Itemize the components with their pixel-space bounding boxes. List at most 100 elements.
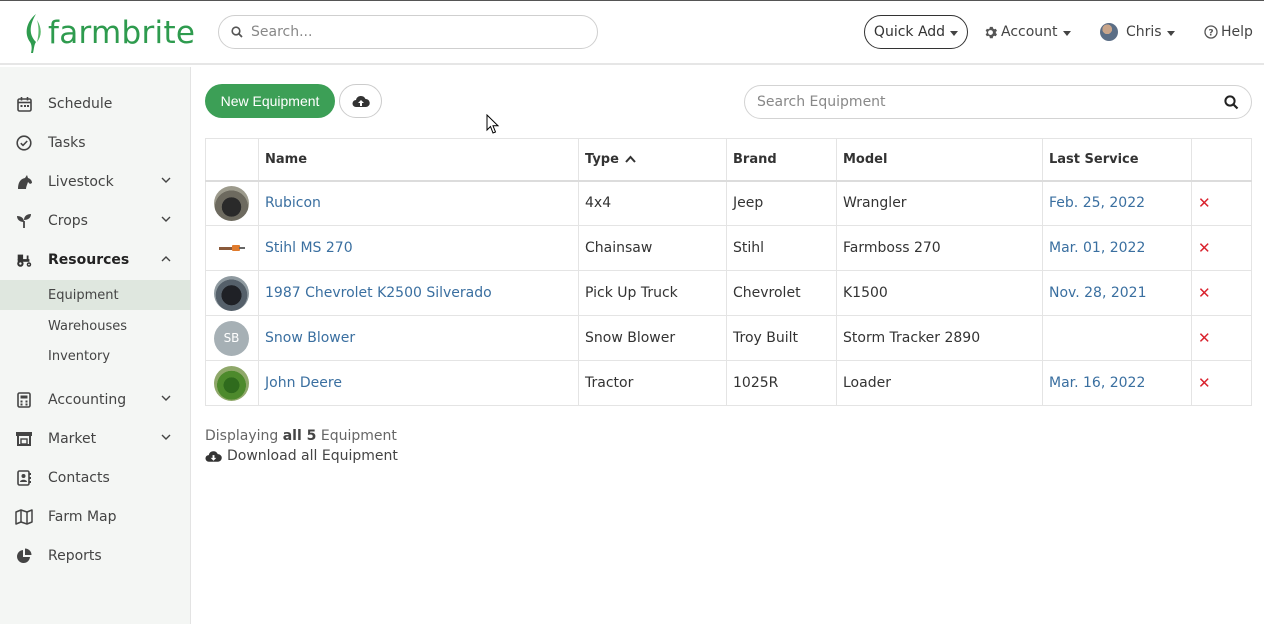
sidebar-item-reports[interactable]: Reports [0, 536, 190, 575]
mouse-cursor-icon [486, 114, 500, 134]
equipment-photo[interactable] [214, 230, 249, 266]
brand-logo[interactable]: farmbrite [22, 11, 195, 55]
sidebar-subitem-inventory[interactable]: Inventory [0, 341, 190, 371]
sidebar-item-crops[interactable]: Crops [0, 201, 190, 240]
last-service-date[interactable] [1042, 315, 1192, 361]
delete-icon[interactable]: ✕ [1198, 284, 1211, 302]
equipment-model: Loader [836, 360, 1043, 406]
map-icon [15, 508, 33, 525]
equipment-search-input[interactable] [757, 94, 1207, 110]
equipment-model: Storm Tracker 2890 [836, 315, 1043, 361]
equipment-table: Name Type Brand Model Last Service Rubic… [205, 138, 1252, 406]
column-header-actions [1191, 138, 1252, 182]
table-row[interactable]: SB Snow Blower Snow Blower Troy Built St… [205, 315, 1252, 361]
table-row[interactable]: John Deere Tractor 1025R Loader Mar. 16,… [205, 360, 1252, 406]
store-icon [16, 431, 32, 446]
sidebar-item-contacts[interactable]: Contacts [0, 458, 190, 497]
equipment-name-link[interactable]: Snow Blower [258, 315, 579, 361]
sidebar-item-tasks[interactable]: Tasks [0, 123, 190, 162]
help-link[interactable]: ? Help [1204, 15, 1253, 49]
sidebar-item-label: Crops [48, 212, 88, 229]
user-menu[interactable]: Chris [1100, 15, 1175, 49]
table-row[interactable]: Rubicon 4x4 Jeep Wrangler Feb. 25, 2022 … [205, 180, 1252, 226]
equipment-name-link[interactable]: Rubicon [258, 180, 579, 226]
delete-cell: ✕ [1191, 180, 1252, 226]
pie-chart-icon [17, 548, 32, 563]
sidebar-item-resources[interactable]: Resources [0, 240, 190, 279]
address-book-icon [17, 469, 31, 486]
last-service-date[interactable]: Mar. 01, 2022 [1042, 225, 1192, 271]
global-search-input[interactable] [251, 24, 571, 40]
new-equipment-button[interactable]: New Equipment [205, 84, 335, 118]
sidebar-subitem-equipment[interactable]: Equipment [0, 280, 190, 310]
equipment-search[interactable] [744, 85, 1252, 119]
leaf-logo-icon [26, 14, 41, 53]
equipment-photo[interactable] [214, 275, 249, 311]
column-header-brand[interactable]: Brand [726, 138, 837, 182]
sidebar-item-label: Resources [48, 251, 130, 268]
search-icon [231, 26, 243, 38]
sidebar-item-farm-map[interactable]: Farm Map [0, 497, 190, 536]
sidebar-item-label: Contacts [48, 469, 110, 486]
equipment-name-link[interactable]: Stihl MS 270 [258, 225, 579, 271]
last-service-date[interactable]: Feb. 25, 2022 [1042, 180, 1192, 226]
seedling-icon [17, 213, 31, 228]
sidebar-item-livestock[interactable]: Livestock [0, 162, 190, 201]
table-row[interactable]: Stihl MS 270 Chainsaw Stihl Farmboss 270… [205, 225, 1252, 271]
quick-add-button[interactable]: Quick Add [864, 15, 968, 49]
sidebar-item-market[interactable]: Market [0, 419, 190, 458]
search-icon[interactable] [1224, 95, 1239, 110]
delete-cell: ✕ [1191, 270, 1252, 316]
cloud-download-icon [205, 450, 222, 462]
chevron-down-icon[interactable] [161, 434, 171, 441]
column-header-type[interactable]: Type [578, 138, 727, 182]
equipment-brand: Troy Built [726, 315, 837, 361]
sidebar-item-label: Farm Map [48, 508, 117, 525]
upload-button[interactable] [339, 84, 382, 118]
column-header-last-service[interactable]: Last Service [1042, 138, 1192, 182]
top-header: farmbrite Quick Add Account Chris ? Help [0, 0, 1264, 65]
equipment-photo[interactable] [214, 185, 249, 221]
chevron-up-icon[interactable] [161, 255, 171, 262]
last-service-date[interactable]: Nov. 28, 2021 [1042, 270, 1192, 316]
sidebar: Schedule Tasks Livestock Crops Resources… [0, 67, 191, 624]
delete-icon[interactable]: ✕ [1198, 374, 1211, 392]
column-header-name[interactable]: Name [258, 138, 579, 182]
sort-ascending-icon [625, 155, 637, 163]
equipment-type: Pick Up Truck [578, 270, 727, 316]
equipment-photo[interactable] [214, 365, 249, 401]
sidebar-item-label: Market [48, 430, 97, 447]
equipment-model: Farmboss 270 [836, 225, 1043, 271]
sidebar-subitem-warehouses[interactable]: Warehouses [0, 311, 190, 341]
user-name: Chris [1126, 24, 1162, 40]
table-header-row: Name Type Brand Model Last Service [205, 138, 1252, 182]
delete-icon[interactable]: ✕ [1198, 194, 1211, 212]
equipment-initials-avatar[interactable]: SB [214, 320, 249, 356]
cloud-upload-icon [352, 95, 370, 107]
delete-icon[interactable]: ✕ [1198, 329, 1211, 347]
quick-add-label: Quick Add [873, 24, 946, 40]
equipment-type: Chainsaw [578, 225, 727, 271]
chevron-down-icon[interactable] [161, 216, 171, 223]
equipment-name-link[interactable]: 1987 Chevrolet K2500 Silverado [258, 270, 579, 316]
sidebar-item-label: Schedule [48, 95, 113, 112]
last-service-date[interactable]: Mar. 16, 2022 [1042, 360, 1192, 406]
record-count-value: all 5 [282, 428, 317, 444]
record-count: Displaying all 5 Equipment [205, 428, 397, 444]
column-header-model[interactable]: Model [836, 138, 1043, 182]
global-search[interactable] [218, 15, 598, 49]
delete-cell: ✕ [1191, 225, 1252, 271]
caret-down-icon [1166, 30, 1175, 36]
question-circle-icon: ? [1204, 25, 1218, 39]
chevron-down-icon[interactable] [161, 177, 171, 184]
sidebar-item-accounting[interactable]: Accounting [0, 380, 190, 419]
download-all-link[interactable]: Download all Equipment [205, 448, 398, 464]
equipment-name-link[interactable]: John Deere [258, 360, 579, 406]
sidebar-item-schedule[interactable]: Schedule [0, 84, 190, 123]
table-row[interactable]: 1987 Chevrolet K2500 Silverado Pick Up T… [205, 270, 1252, 316]
help-label: Help [1221, 24, 1253, 40]
chevron-down-icon[interactable] [161, 395, 171, 402]
equipment-brand: 1025R [726, 360, 837, 406]
delete-icon[interactable]: ✕ [1198, 239, 1211, 257]
account-menu[interactable]: Account [984, 15, 1071, 49]
